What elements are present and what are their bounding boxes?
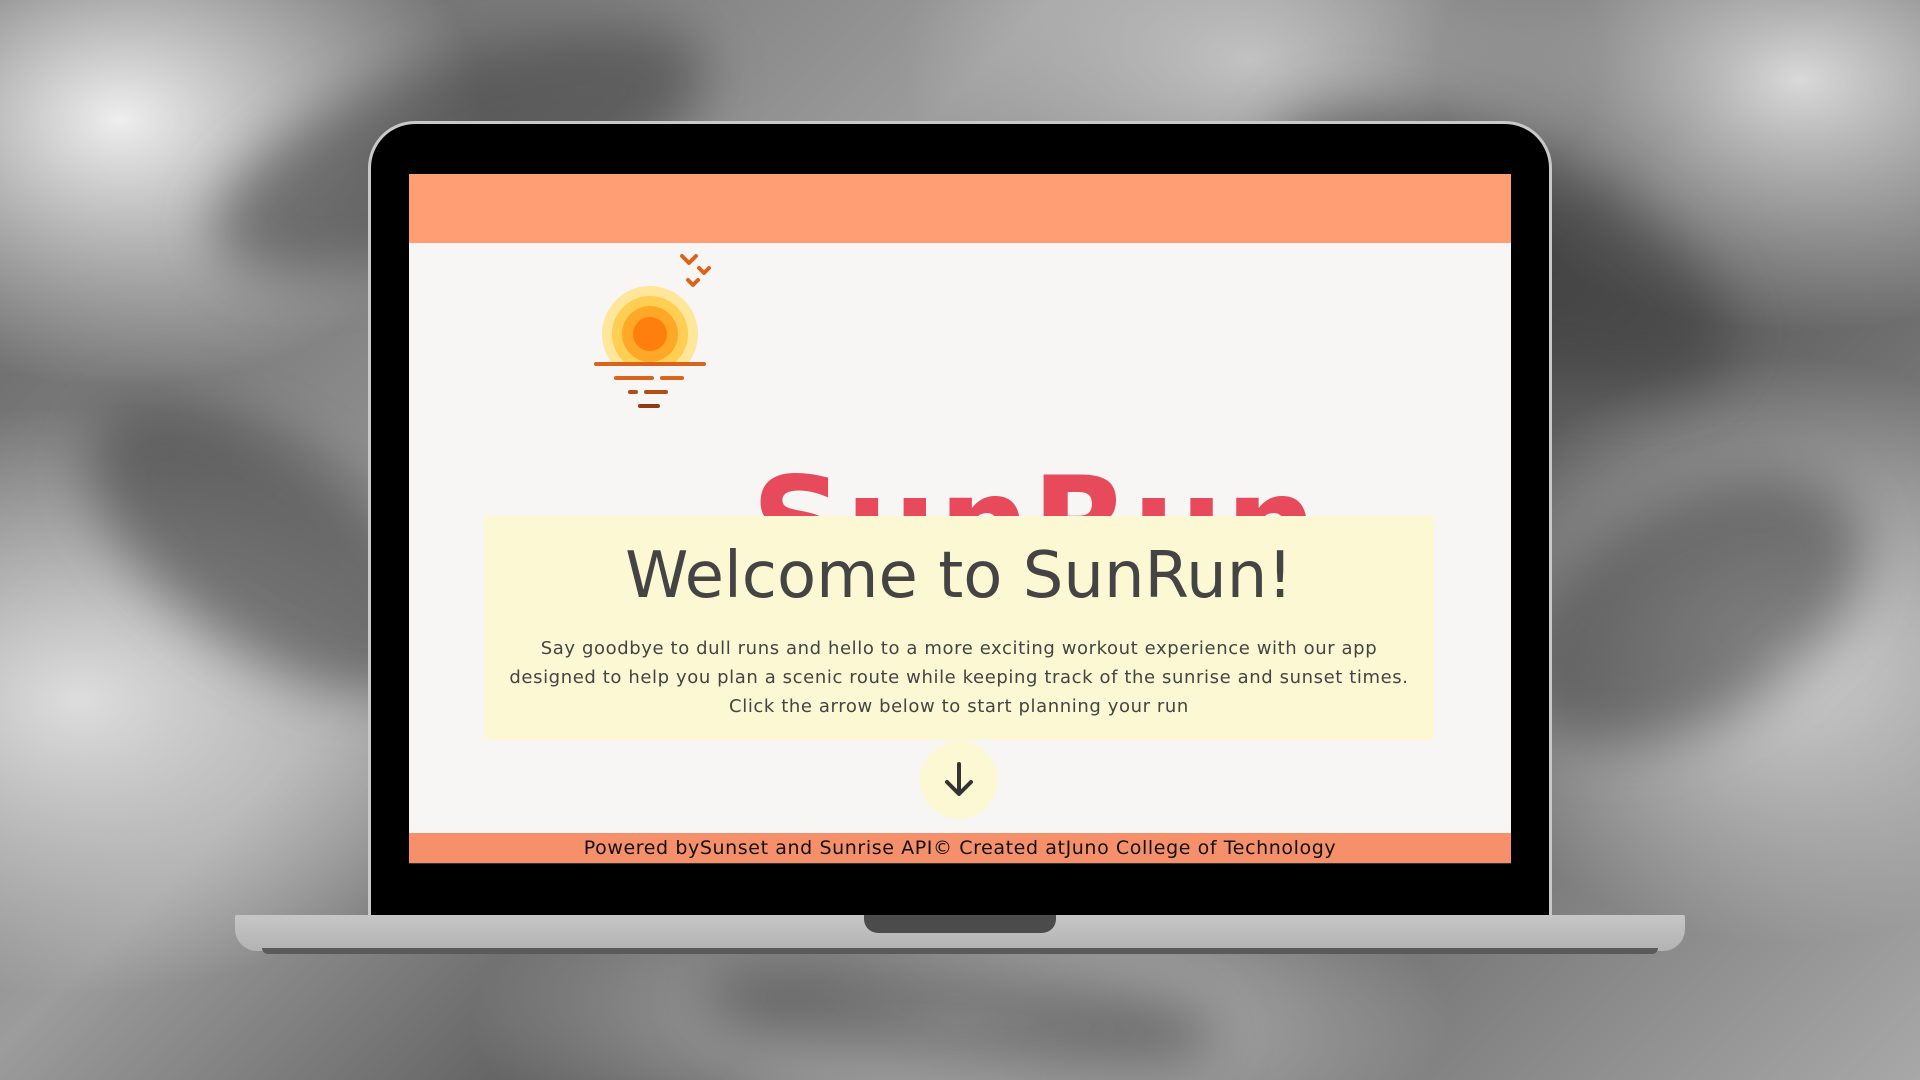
sunset-logo-icon [594,254,734,414]
desktop-background: SunRun Welcome to SunRun! Say goodbye to… [0,0,1920,1080]
header-bar [409,174,1511,243]
laptop-notch [864,915,1056,933]
footer: Powered bySunset and Sunrise API© Create… [409,833,1511,864]
footer-school-link[interactable]: Juno College of Technology [1066,837,1337,859]
arrow-down-icon [945,762,973,796]
footer-created-prefix: © Created at [933,837,1066,859]
laptop-base-edge [262,948,1658,954]
scroll-down-button[interactable] [920,741,998,819]
welcome-description: Say goodbye to dull runs and hello to a … [504,634,1414,721]
welcome-text-line: designed to help you plan a scenic route… [509,667,1409,688]
welcome-section: Welcome to SunRun! Say goodbye to dull r… [484,516,1434,740]
welcome-text-line: Say goodbye to dull runs and hello to a … [540,638,1378,659]
footer-api-link[interactable]: Sunset and Sunrise API [700,837,933,859]
welcome-heading: Welcome to SunRun! [625,539,1293,613]
laptop-screen: SunRun Welcome to SunRun! Say goodbye to… [409,174,1511,864]
footer-powered-prefix: Powered by [583,837,700,859]
welcome-text-line: Click the arrow below to start planning … [729,696,1189,717]
